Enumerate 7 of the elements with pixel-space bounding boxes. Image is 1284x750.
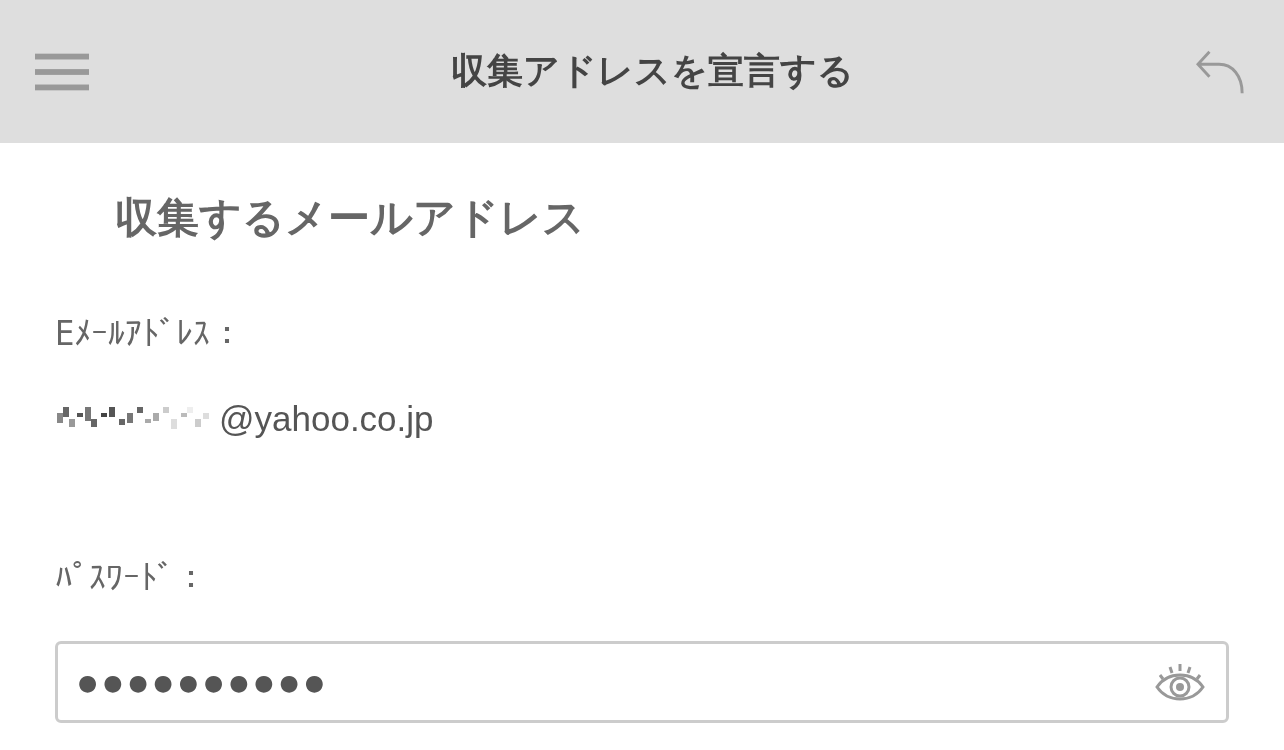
section-heading: 収集するメールアドレス	[115, 193, 586, 243]
eye-icon[interactable]	[1154, 661, 1206, 703]
email-value: @yahoo.co.jp	[219, 399, 434, 439]
password-label: ﾊﾟｽﾜｰﾄﾞ：	[55, 556, 209, 599]
email-label: Eﾒｰﾙｱﾄﾞﾚｽ：	[55, 312, 246, 355]
password-field[interactable]: ●●●●●●●●●●	[55, 641, 1229, 723]
screen-title: 収集アドレスを宣言する	[451, 49, 854, 93]
